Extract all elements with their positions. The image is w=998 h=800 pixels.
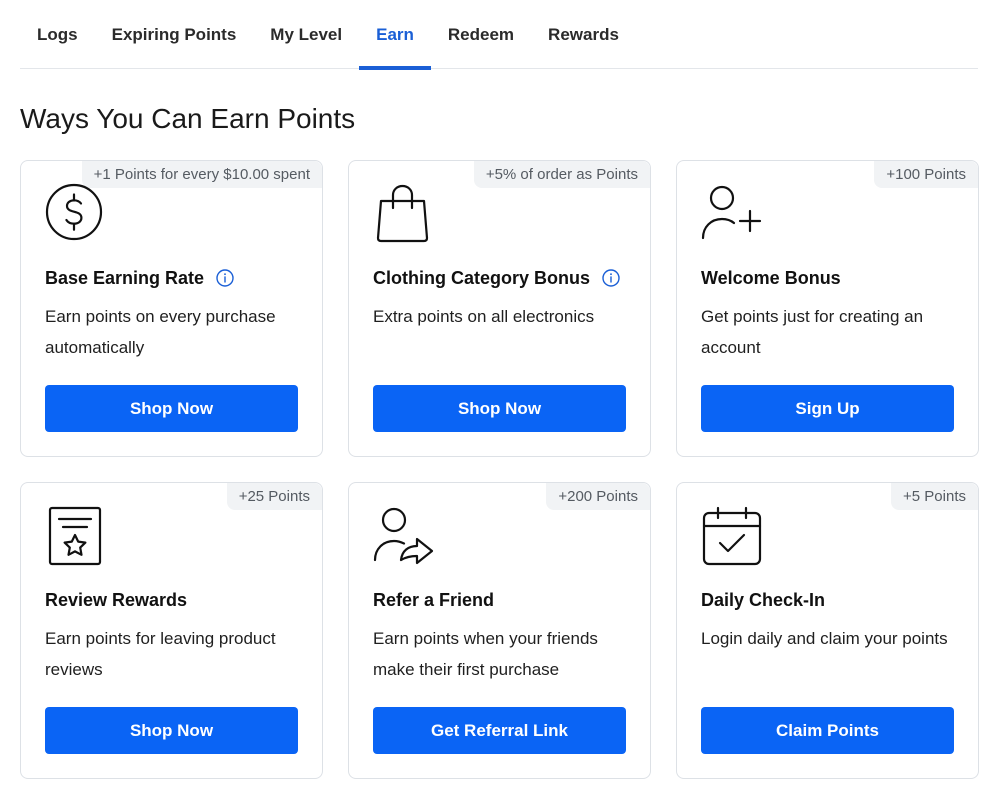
section-title: Ways You Can Earn Points — [20, 103, 356, 134]
card-title: Clothing Category Bonus — [373, 267, 590, 288]
shop-now-button[interactable]: Shop Now — [45, 707, 298, 754]
shop-now-button[interactable]: Shop Now — [373, 385, 626, 432]
card-title-row: Review Rewards — [45, 587, 302, 613]
points-badge: +5% of order as Points — [473, 161, 650, 188]
shop-now-button[interactable]: Shop Now — [45, 385, 298, 432]
user-share-icon — [373, 505, 435, 567]
shopping-bag-icon — [373, 183, 435, 245]
card-title: Refer a Friend — [373, 589, 495, 610]
card-title: Daily Check-In — [701, 589, 826, 610]
earn-card-daily-check-in: +5 Points Daily Check-In Login daily and… — [676, 482, 979, 779]
card-title-row: Clothing Category Bonus — [373, 265, 630, 291]
points-badge: +1 Points for every $10.00 spent — [81, 161, 322, 188]
card-description: Earn points for leaving product reviews — [45, 629, 276, 679]
earn-cards-grid: +1 Points for every $10.00 spent Base Ea… — [20, 160, 979, 779]
card-title-row: Welcome Bonus — [701, 265, 958, 291]
card-title-row: Refer a Friend — [373, 587, 630, 613]
points-badge: +5 Points — [891, 483, 978, 510]
tab-rewards[interactable]: Rewards — [531, 0, 636, 69]
tab-redeem[interactable]: Redeem — [431, 0, 531, 69]
tab-bar: Logs Expiring Points My Level Earn Redee… — [20, 0, 978, 70]
review-star-icon — [45, 505, 107, 567]
earn-card-review-rewards: +25 Points Review Rewards Earn points fo… — [20, 482, 323, 779]
tab-my-level[interactable]: My Level — [253, 0, 359, 69]
calendar-check-icon — [701, 505, 763, 567]
get-referral-link-button[interactable]: Get Referral Link — [373, 707, 626, 754]
card-title-row: Daily Check-In — [701, 587, 958, 613]
points-badge: +100 Points — [874, 161, 978, 188]
tab-logs[interactable]: Logs — [20, 0, 95, 69]
card-title: Review Rewards — [45, 589, 188, 610]
card-description: Get points just for creating an account — [701, 307, 924, 357]
card-description: Login daily and claim your points — [701, 629, 948, 648]
dollar-coin-icon — [45, 183, 107, 245]
card-title: Base Earning Rate — [45, 267, 205, 288]
user-plus-icon — [701, 183, 763, 245]
tab-expiring-points[interactable]: Expiring Points — [95, 0, 254, 69]
tab-earn[interactable]: Earn — [359, 0, 431, 70]
card-title-row: Base Earning Rate — [45, 265, 302, 291]
claim-points-button[interactable]: Claim Points — [701, 707, 954, 754]
info-icon[interactable] — [602, 269, 620, 287]
sign-up-button[interactable]: Sign Up — [701, 385, 954, 432]
earn-card-base-earning-rate: +1 Points for every $10.00 spent Base Ea… — [20, 160, 323, 457]
earn-card-welcome-bonus: +100 Points Welcome Bonus Get points jus… — [676, 160, 979, 457]
card-description: Extra points on all electronics — [373, 307, 595, 326]
card-description: Earn points when your friends make their… — [373, 629, 598, 679]
points-badge: +200 Points — [546, 483, 650, 510]
info-icon[interactable] — [216, 269, 234, 287]
card-title: Welcome Bonus — [701, 267, 841, 288]
points-badge: +25 Points — [226, 483, 322, 510]
earn-card-refer-a-friend: +200 Points Refer a Friend Earn points w… — [348, 482, 651, 779]
earn-card-clothing-category-bonus: +5% of order as Points Clothing Category… — [348, 160, 651, 457]
card-description: Earn points on every purchase automatica… — [45, 307, 276, 357]
